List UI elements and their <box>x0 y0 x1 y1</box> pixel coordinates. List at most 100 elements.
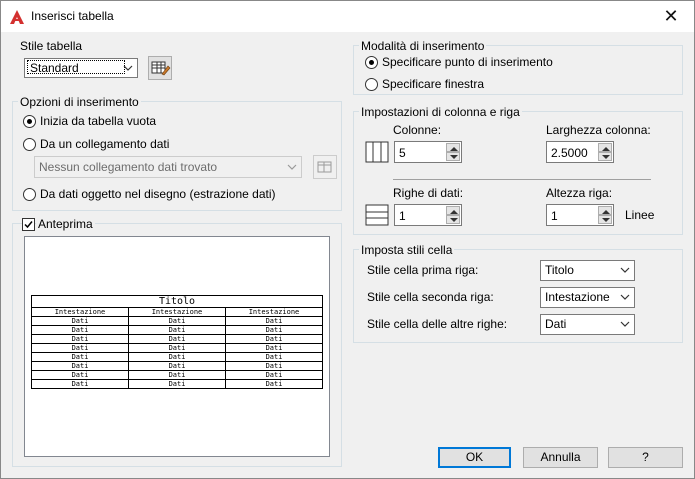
table-style-button[interactable] <box>148 56 172 80</box>
preview-data-row: Dati Dati Dati <box>31 352 323 362</box>
other-rows-style-select[interactable]: Dati <box>540 314 635 335</box>
preview-data-cell: Dati <box>225 325 323 335</box>
preview-data-cell: Dati <box>225 379 323 389</box>
checkmark-icon <box>24 221 33 229</box>
preview-data-cell: Dati <box>31 370 129 380</box>
preview-data-cell: Dati <box>31 361 129 371</box>
first-row-style-select[interactable]: Titolo <box>540 260 635 281</box>
insert-options-label: Opzioni di inserimento <box>18 95 141 109</box>
settings-divider <box>393 179 651 180</box>
preview-checkbox[interactable] <box>22 218 35 231</box>
help-button[interactable]: ? <box>608 447 683 468</box>
preview-data-cell: Dati <box>225 334 323 344</box>
column-width-label: Larghezza colonna: <box>546 123 651 137</box>
radio-insertion-point-label[interactable]: Specificare punto di inserimento <box>382 55 553 69</box>
chevron-down-icon <box>620 294 630 300</box>
columns-label: Colonne: <box>393 123 442 137</box>
row-height-spinner[interactable]: 1 <box>546 204 614 226</box>
data-link-select: Nessun collegamento dati trovato <box>34 156 302 178</box>
columns-spinner[interactable]: 5 <box>394 141 462 163</box>
chevron-down-icon <box>620 321 630 327</box>
row-height-label: Altezza riga: <box>546 186 613 200</box>
first-row-style-value: Titolo <box>545 263 574 277</box>
preview-data-row: Dati Dati Dati <box>31 325 323 335</box>
ok-button[interactable]: OK <box>438 447 511 468</box>
preview-label: Anteprima <box>36 217 95 231</box>
table-style-value: Standard <box>27 60 125 74</box>
radio-data-extraction[interactable] <box>23 188 36 201</box>
preview-data-cell: Dati <box>128 343 226 353</box>
spin-down-icon[interactable] <box>446 152 460 161</box>
preview-data-cell: Dati <box>128 370 226 380</box>
close-icon[interactable]: ✕ <box>648 1 694 32</box>
preview-data-cell: Dati <box>31 325 129 335</box>
preview-data-row: Dati Dati Dati <box>31 379 323 389</box>
radio-data-link-label[interactable]: Da un collegamento dati <box>40 137 169 151</box>
radio-empty-table-label[interactable]: Inizia da tabella vuota <box>40 114 156 128</box>
data-rows-spinner[interactable]: 1 <box>394 204 462 226</box>
table-preview: Titolo Intestazione Intestazione Intestazi… <box>24 236 330 457</box>
preview-data-row: Dati Dati Dati <box>31 343 323 353</box>
table-style-label: Stile tabella <box>20 39 83 53</box>
spin-up-icon[interactable] <box>598 206 612 215</box>
preview-title-cell: Titolo <box>31 295 323 308</box>
radio-insertion-point[interactable] <box>365 56 378 69</box>
preview-data-cell: Dati <box>31 343 129 353</box>
radio-window-label[interactable]: Specificare finestra <box>382 77 484 91</box>
data-rows-value: 1 <box>399 209 406 223</box>
chevron-down-icon <box>620 267 630 273</box>
first-row-style-label: Stile cella prima riga: <box>367 263 479 277</box>
radio-empty-table[interactable] <box>23 115 36 128</box>
radio-window[interactable] <box>365 78 378 91</box>
window-title: Inserisci tabella <box>31 9 114 23</box>
preview-header-cell: Intestazione <box>225 307 323 317</box>
preview-data-cell: Dati <box>128 379 226 389</box>
chevron-down-icon <box>287 164 297 170</box>
chevron-down-icon <box>123 65 133 71</box>
row-height-value: 1 <box>551 209 558 223</box>
radio-data-extraction-label[interactable]: Da dati oggetto nel disegno (estrazione … <box>40 187 275 201</box>
preview-data-cell: Dati <box>31 316 129 326</box>
cell-styles-label: Imposta stili cella <box>359 243 455 257</box>
preview-data-row: Dati Dati Dati <box>31 361 323 371</box>
rows-icon <box>365 204 389 226</box>
preview-data-cell: Dati <box>128 352 226 362</box>
preview-data-cell: Dati <box>225 352 323 362</box>
preview-header-cell: Intestazione <box>31 307 129 317</box>
lines-unit-label: Linee <box>625 208 655 222</box>
table-style-icon <box>151 61 171 76</box>
insert-mode-label: Modalità di inserimento <box>359 39 487 53</box>
spin-down-icon[interactable] <box>446 215 460 224</box>
radio-data-link[interactable] <box>23 138 36 151</box>
column-width-spinner[interactable]: 2.5000 <box>546 141 614 163</box>
second-row-style-select[interactable]: Intestazione <box>540 287 635 308</box>
title-bar: Inserisci tabella ✕ <box>1 1 694 32</box>
spin-down-icon[interactable] <box>598 152 612 161</box>
data-rows-label: Righe di dati: <box>393 186 464 200</box>
preview-header-cell: Intestazione <box>128 307 226 317</box>
spin-up-icon[interactable] <box>446 143 460 152</box>
preview-data-row: Dati Dati Dati <box>31 334 323 344</box>
column-width-value: 2.5000 <box>551 146 588 160</box>
spin-up-icon[interactable] <box>598 143 612 152</box>
preview-data-cell: Dati <box>128 361 226 371</box>
preview-data-cell: Dati <box>128 325 226 335</box>
data-link-icon <box>317 161 332 173</box>
preview-header-row: Intestazione Intestazione Intestazione <box>31 307 323 317</box>
spin-down-icon[interactable] <box>598 215 612 224</box>
dialog-window: Inserisci tabella ✕ Stile tabella Standa… <box>0 0 695 479</box>
preview-data-cell: Dati <box>225 343 323 353</box>
cancel-button[interactable]: Annulla <box>523 447 598 468</box>
preview-data-cell: Dati <box>31 352 129 362</box>
other-rows-style-label: Stile cella delle altre righe: <box>367 317 508 331</box>
column-row-settings-label: Impostazioni di colonna e riga <box>359 105 522 119</box>
preview-data-row: Dati Dati Dati <box>31 316 323 326</box>
preview-data-row: Dati Dati Dati <box>31 370 323 380</box>
second-row-style-value: Intestazione <box>545 290 610 304</box>
spin-up-icon[interactable] <box>446 206 460 215</box>
preview-data-cell: Dati <box>31 379 129 389</box>
preview-data-cell: Dati <box>128 334 226 344</box>
preview-data-cell: Dati <box>31 334 129 344</box>
columns-icon <box>365 141 389 163</box>
table-style-select[interactable]: Standard <box>24 58 138 78</box>
